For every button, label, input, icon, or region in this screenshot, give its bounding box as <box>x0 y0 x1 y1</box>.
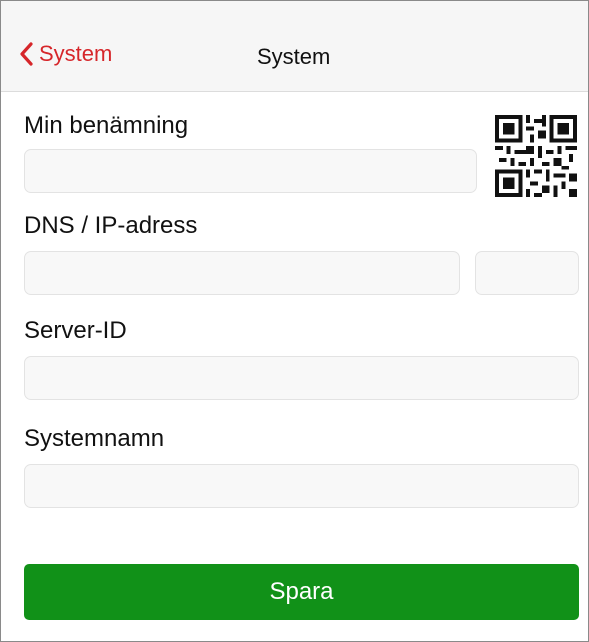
dns-field[interactable] <box>24 251 460 295</box>
port-field[interactable] <box>475 251 579 295</box>
qr-code-icon[interactable] <box>495 115 577 197</box>
page-title: System <box>257 44 331 69</box>
chevron-left-icon <box>19 42 33 66</box>
save-button[interactable]: Spara <box>24 564 579 620</box>
app-frame: System System Min benämning DNS / IP-adr… <box>0 0 589 642</box>
server-id-field[interactable] <box>24 356 579 400</box>
name-label: Min benämning <box>24 112 189 139</box>
back-button-label: System <box>39 41 113 66</box>
dns-label: DNS / IP-adress <box>24 212 198 239</box>
back-button[interactable]: System <box>19 41 112 67</box>
server-id-label: Server-ID <box>24 317 127 344</box>
system-name-label: Systemnamn <box>24 425 165 452</box>
system-name-field[interactable] <box>24 464 579 508</box>
name-field[interactable] <box>24 149 477 193</box>
navigation-bar: System System <box>1 1 588 92</box>
